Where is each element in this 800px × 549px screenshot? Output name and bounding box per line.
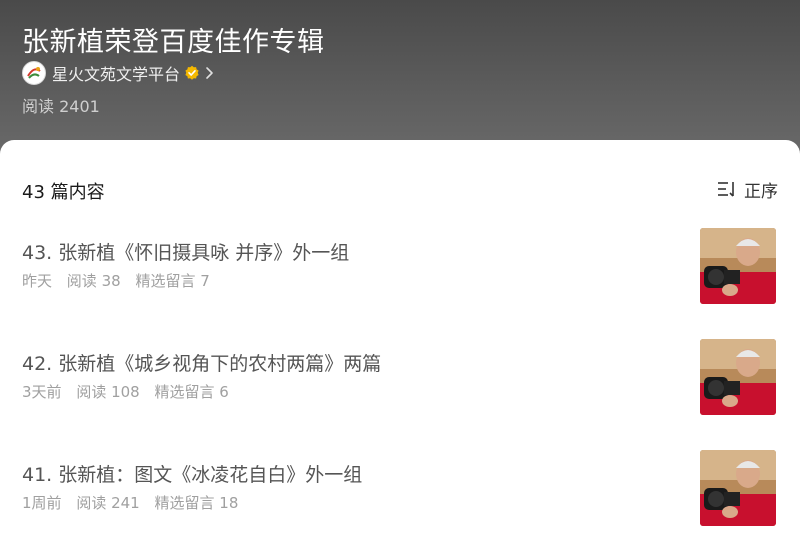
photographer-thumbnail-image [700,228,776,304]
author-link[interactable]: 星火文苑文学平台 [22,60,214,86]
article-date: 1周前 [22,494,62,512]
article-meta: 昨天 阅读 38 精选留言 7 [22,270,220,291]
article-reads: 阅读 38 [66,272,121,290]
photographer-thumbnail-image [700,339,776,415]
photographer-thumbnail-image [700,450,776,526]
article-list-panel: 43 篇内容 正序 43. 张新植《怀旧摄具咏 并序》外一组 昨天 阅读 38 … [0,140,800,549]
verified-badge-icon [185,65,199,80]
article-date: 3天前 [22,383,62,401]
article-count-label: 43 篇内容 [22,182,105,203]
article-date: 昨天 [22,272,53,290]
album-title: 张新植荣登百度佳作专辑 [22,27,325,58]
author-avatar [22,61,46,85]
album-read-count: 阅读 2401 [22,97,100,116]
article-comments: 精选留言 18 [154,494,239,512]
article-list-item[interactable]: 42. 张新植《城乡视角下的农村两篇》两篇 3天前 阅读 108 精选留言 6 [0,339,800,429]
platform-logo-icon [24,63,44,83]
sort-order-button[interactable]: 正序 [717,176,778,202]
article-thumbnail[interactable] [700,228,776,304]
chevron-right-icon [206,67,213,79]
album-header: 张新植荣登百度佳作专辑 星火文苑文学平台 阅读 2401 [0,0,800,160]
author-name[interactable]: 星火文苑文学平台 [52,61,180,85]
article-reads: 阅读 108 [76,383,140,401]
article-comments: 精选留言 6 [154,383,229,401]
article-meta: 1周前 阅读 241 精选留言 18 [22,492,248,513]
article-title[interactable]: 43. 张新植《怀旧摄具咏 并序》外一组 [22,238,349,265]
article-thumbnail[interactable] [700,450,776,526]
article-comments: 精选留言 7 [135,272,210,290]
sort-icon [718,182,734,197]
article-list-item[interactable]: 41. 张新植：图文《冰凌花自白》外一组 1周前 阅读 241 精选留言 18 [0,450,800,540]
article-title[interactable]: 41. 张新植：图文《冰凌花自白》外一组 [22,460,362,487]
article-reads: 阅读 241 [76,494,140,512]
article-list-item[interactable]: 43. 张新植《怀旧摄具咏 并序》外一组 昨天 阅读 38 精选留言 7 [0,228,800,318]
article-thumbnail[interactable] [700,339,776,415]
sort-label: 正序 [744,181,778,202]
article-title[interactable]: 42. 张新植《城乡视角下的农村两篇》两篇 [22,349,381,376]
article-meta: 3天前 阅读 108 精选留言 6 [22,381,239,402]
